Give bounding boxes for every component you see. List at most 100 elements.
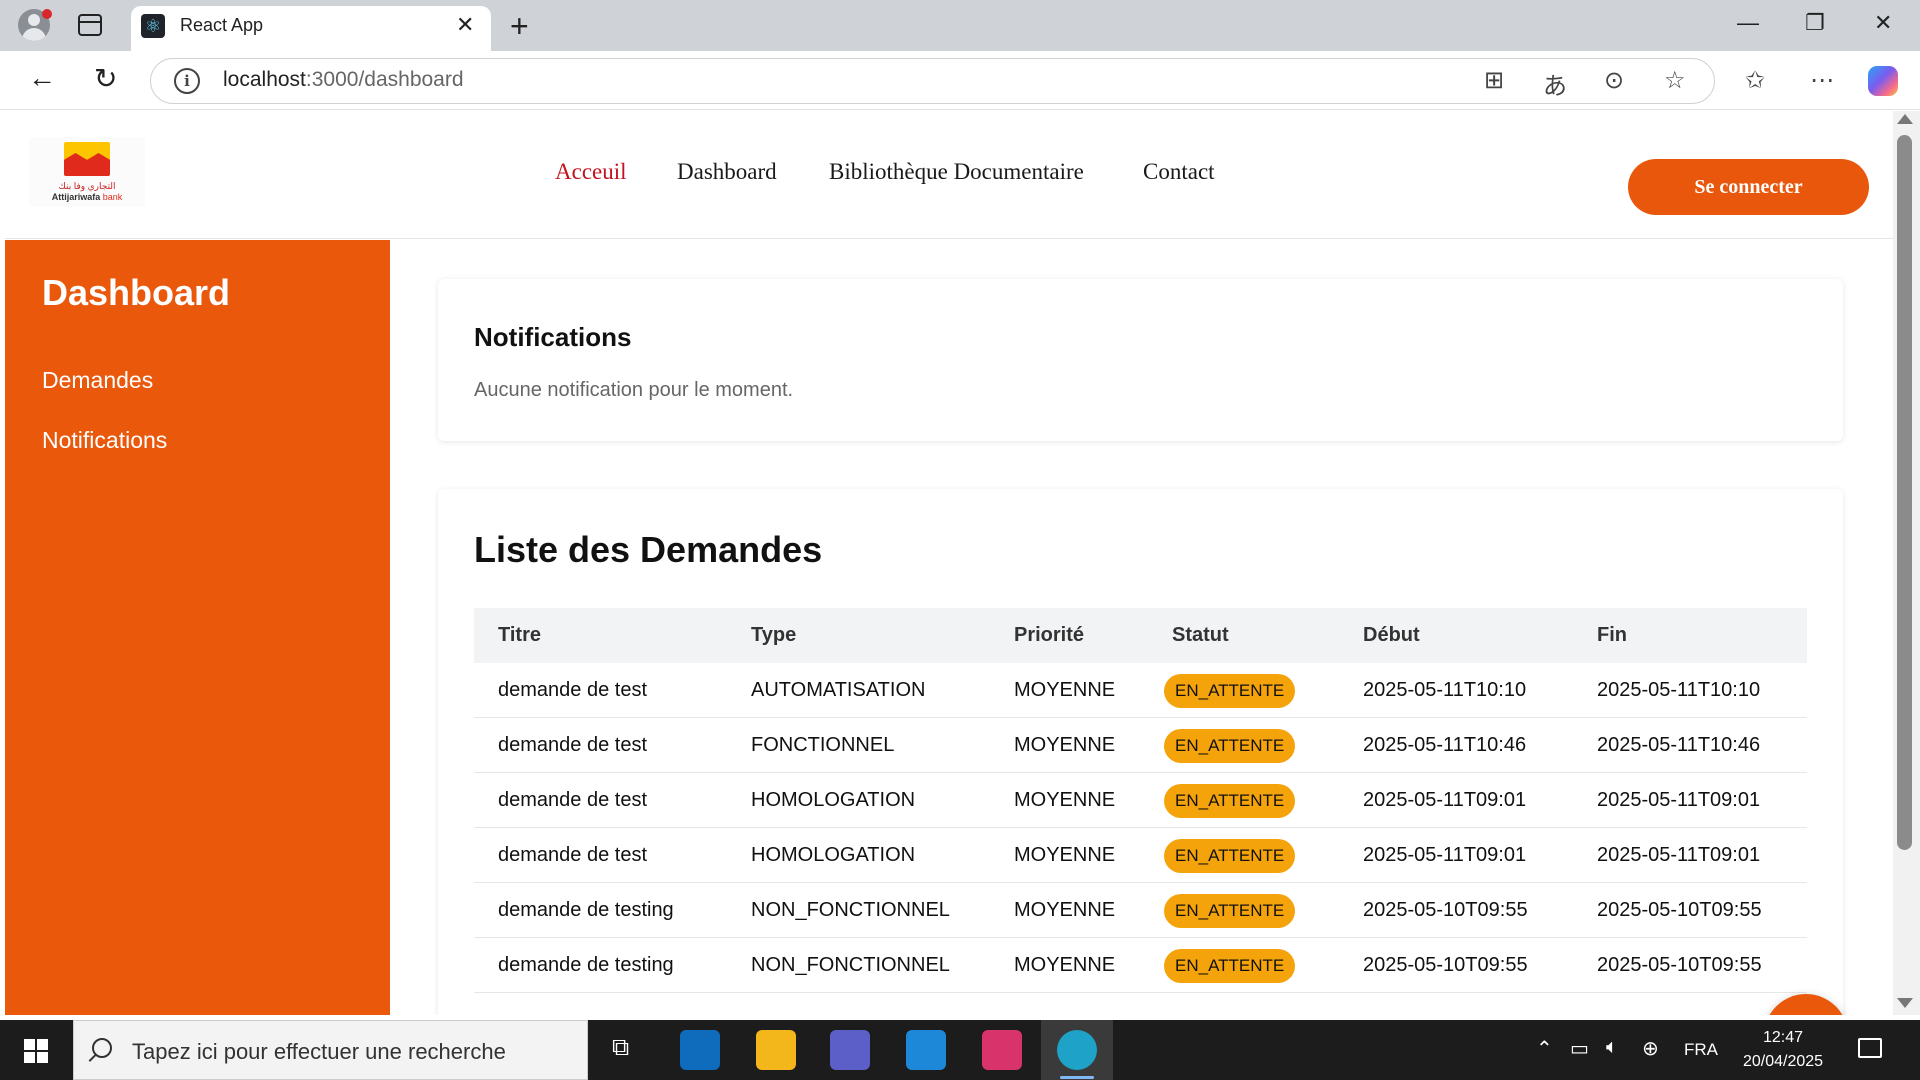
taskbar-clock[interactable]: 12:47 20/04/2025 [1735, 1026, 1831, 1074]
nav-dashboard[interactable]: Dashboard [677, 159, 777, 185]
logo-arabic-text: التجاري وفا بنك [58, 181, 116, 191]
tab-close-icon[interactable]: ✕ [456, 12, 474, 38]
favorite-star-icon[interactable]: ☆ [1664, 66, 1686, 95]
column-header-debut[interactable]: Début [1363, 624, 1420, 647]
nav-acceuil[interactable]: Acceuil [555, 159, 627, 185]
cell-type: FONCTIONNEL [751, 734, 895, 756]
cell-titre: demande de testing [498, 899, 674, 921]
cell-titre: demande de test [498, 734, 647, 756]
sidebar-title: Dashboard [42, 272, 231, 313]
clock-date: 20/04/2025 [1742, 1053, 1824, 1070]
logo-latin-text: Attijariwafa bank [51, 192, 123, 202]
table-row[interactable]: demande de testing NON_FONCTIONNEL MOYENNE… [474, 883, 1807, 938]
cell-debut: 2025-05-11T09:01 [1363, 844, 1527, 866]
notifications-empty-text: Aucune notification pour le moment. [474, 379, 794, 401]
status-badge: EN_ATTENTE [1164, 839, 1296, 873]
taskbar-search-placeholder: Tapez ici pour effectuer une recherche [132, 1039, 506, 1064]
refresh-icon[interactable]: ↻ [94, 62, 117, 95]
windows-start-icon[interactable] [24, 1039, 48, 1063]
table-header: Titre Type Priorité Statut Début Fin [474, 608, 1807, 663]
tray-expand-icon[interactable]: ⌃ [1536, 1036, 1553, 1061]
status-badge: EN_ATTENTE [1164, 674, 1296, 708]
nav-bibliotheque[interactable]: Bibliothèque Documentaire [829, 159, 1084, 185]
volume-icon[interactable]: 🔈︎ [1606, 1036, 1618, 1059]
notifications-card: Notifications Aucune notification pour l… [438, 279, 1843, 441]
column-header-statut[interactable]: Statut [1172, 624, 1229, 647]
table-row[interactable]: demande de test FONCTIONNEL MOYENNE EN_ATTE… [474, 718, 1807, 773]
cell-priorite: MOYENNE [1014, 734, 1116, 756]
cell-fin: 2025-05-10T09:55 [1597, 954, 1762, 976]
app-available-icon[interactable]: ⊞ [1484, 66, 1504, 95]
scroll-down-icon[interactable] [1897, 998, 1913, 1008]
sidebar: Dashboard Demandes Notifications [5, 240, 390, 1015]
bank-logo[interactable]: التجاري وفا بنك Attijariwafa bank [29, 137, 145, 207]
battery-icon[interactable]: ▭ [1570, 1036, 1589, 1061]
cell-titre: demande de test [498, 679, 647, 701]
url-text[interactable]: localhost:3000/dashboard [223, 68, 464, 92]
column-header-titre[interactable]: Titre [498, 624, 541, 647]
cell-titre: demande de testing [498, 954, 674, 976]
status-badge: EN_ATTENTE [1164, 894, 1296, 928]
logo-mark-icon [64, 142, 110, 176]
table-row[interactable]: demande de test AUTOMATISATION MOYENNE EN_A… [474, 663, 1807, 718]
cell-priorite: MOYENNE [1014, 789, 1116, 811]
file-explorer-icon[interactable] [756, 1030, 796, 1070]
demandes-table: Titre Type Priorité Statut Début Fin dem… [474, 608, 1807, 993]
outlook-icon[interactable] [680, 1030, 720, 1070]
vscode-icon[interactable] [906, 1030, 946, 1070]
column-header-type[interactable]: Type [751, 624, 796, 647]
copilot-icon[interactable] [1868, 66, 1898, 96]
cell-titre: demande de test [498, 844, 647, 866]
cell-priorite: MOYENNE [1014, 679, 1116, 701]
react-favicon-icon: ⚛ [141, 14, 165, 38]
more-tools-icon[interactable]: ⊙ [1604, 66, 1624, 95]
network-globe-icon[interactable]: ⊕ [1642, 1036, 1659, 1061]
table-row[interactable]: demande de test HOMOLOGATION MOYENNE EN_ATT… [474, 773, 1807, 828]
column-header-priorite[interactable]: Priorité [1014, 624, 1084, 647]
window-close-icon[interactable]: ✕ [1874, 10, 1892, 36]
nav-contact[interactable]: Contact [1143, 159, 1215, 185]
cell-fin: 2025-05-11T10:46 [1597, 734, 1761, 756]
sidebar-item-demandes[interactable]: Demandes [42, 367, 153, 394]
translate-icon[interactable]: あ [1543, 66, 1567, 101]
language-indicator[interactable]: FRA [1684, 1040, 1718, 1060]
cell-priorite: MOYENNE [1014, 954, 1116, 976]
cell-fin: 2025-05-11T09:01 [1597, 844, 1761, 866]
new-tab-icon[interactable]: + [510, 8, 529, 45]
cell-type: NON_FONCTIONNEL [751, 954, 950, 976]
page-viewport: التجاري وفا بنك Attijariwafa bank Acceui… [5, 111, 1893, 1015]
profile-notification-dot [42, 9, 52, 19]
active-app-indicator [1060, 1076, 1094, 1079]
edge-icon[interactable] [1057, 1030, 1097, 1070]
sidebar-item-notifications[interactable]: Notifications [42, 427, 167, 454]
cell-titre: demande de test [498, 789, 647, 811]
cell-fin: 2025-05-11T09:01 [1597, 789, 1761, 811]
demandes-title: Liste des Demandes [474, 529, 823, 570]
cell-fin: 2025-05-11T10:10 [1597, 679, 1761, 701]
notification-center-icon[interactable] [1858, 1038, 1882, 1058]
search-icon [92, 1038, 112, 1058]
task-view-icon[interactable]: ⧉ [612, 1034, 629, 1062]
site-info-icon[interactable]: i [174, 68, 200, 94]
cell-type: HOMOLOGATION [751, 789, 916, 811]
demandes-card: Liste des Demandes Titre Type Priorité S… [438, 489, 1843, 1015]
scrollbar-thumb[interactable] [1897, 135, 1912, 850]
cell-debut: 2025-05-10T09:55 [1363, 954, 1528, 976]
cell-type: HOMOLOGATION [751, 844, 916, 866]
login-button[interactable]: Se connecter [1628, 159, 1869, 215]
settings-more-icon[interactable]: ⋯ [1810, 66, 1834, 95]
scroll-up-icon[interactable] [1897, 114, 1913, 124]
teams-icon[interactable] [830, 1030, 870, 1070]
table-row[interactable]: demande de testing NON_FONCTIONNEL MOYENNE… [474, 938, 1807, 993]
clock-time: 12:47 [1762, 1029, 1804, 1046]
table-row[interactable]: demande de test HOMOLOGATION MOYENNE EN_ATT… [474, 828, 1807, 883]
minimize-icon[interactable]: — [1737, 10, 1759, 36]
back-icon[interactable]: ← [28, 62, 56, 94]
intellij-icon[interactable] [982, 1030, 1022, 1070]
status-badge: EN_ATTENTE [1164, 729, 1296, 763]
cell-debut: 2025-05-11T10:10 [1363, 679, 1527, 701]
column-header-fin[interactable]: Fin [1597, 624, 1627, 647]
tab-actions-icon[interactable] [78, 14, 102, 36]
favorites-icon[interactable]: ✩ [1745, 66, 1765, 95]
restore-icon[interactable]: ❐ [1805, 10, 1825, 36]
